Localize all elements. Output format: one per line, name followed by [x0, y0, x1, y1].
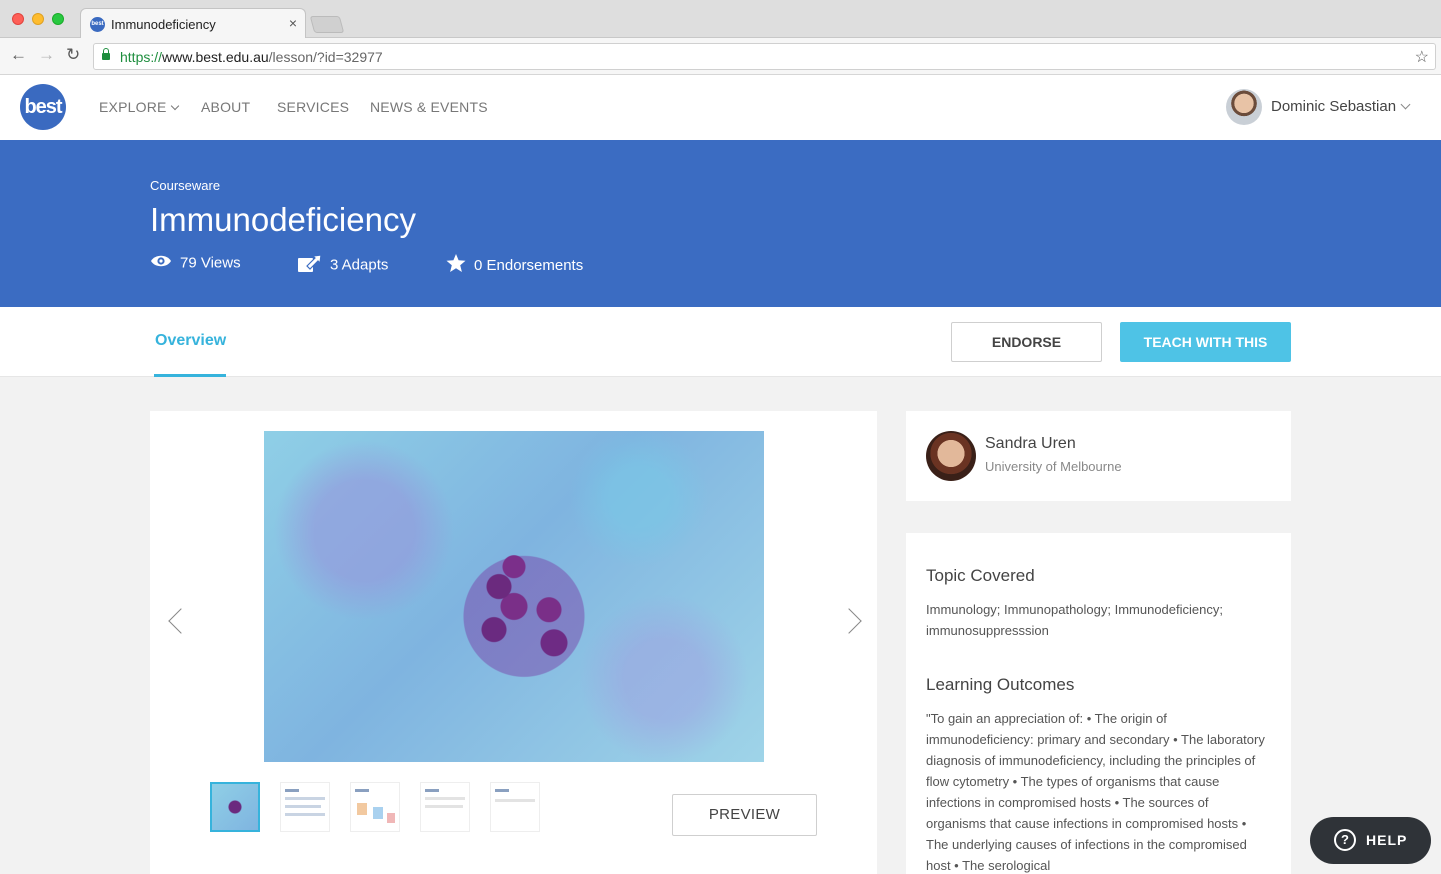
slide-thumbnail-2[interactable] — [280, 782, 330, 832]
lesson-banner: Courseware Immunodeficiency 79 Views 3 A… — [0, 140, 1441, 307]
author-name[interactable]: Sandra Uren — [985, 435, 1076, 453]
slide-preview-image[interactable] — [264, 431, 764, 762]
help-label: HELP — [1366, 832, 1408, 848]
close-window-button[interactable] — [12, 13, 24, 25]
user-name[interactable]: Dominic Sebastian — [1271, 98, 1396, 115]
lock-icon — [102, 48, 110, 60]
topic-covered-text: Immunology; Immunopathology; Immunodefic… — [926, 602, 1223, 638]
nav-about[interactable]: ABOUT — [201, 99, 250, 115]
slide-thumbnail-1[interactable] — [210, 782, 260, 832]
nav-explore[interactable]: EXPLORE — [99, 99, 179, 115]
question-mark-icon: ? — [1334, 829, 1356, 851]
teach-with-this-button[interactable]: TEACH WITH THIS — [1120, 322, 1291, 362]
slide-thumbnail-3[interactable] — [350, 782, 400, 832]
browser-tab[interactable]: best Immunodeficiency × — [80, 8, 306, 39]
new-tab-button[interactable] — [309, 16, 345, 33]
lesson-info-card: Topic Covered Immunology; Immunopatholog… — [906, 533, 1291, 874]
tab-overview[interactable]: Overview — [155, 332, 226, 350]
slide-thumbnail-5[interactable] — [490, 782, 540, 832]
slide-gallery-card: PREVIEW — [150, 411, 877, 874]
nav-news-events[interactable]: NEWS & EVENTS — [370, 99, 488, 115]
views-stat: 79 Views — [150, 254, 241, 272]
adapt-share-icon — [298, 254, 322, 276]
endorse-button[interactable]: ENDORSE — [951, 322, 1102, 362]
adapts-count: 3 Adapts — [330, 256, 389, 274]
tab-close-icon[interactable]: × — [289, 15, 297, 31]
breadcrumb[interactable]: Courseware — [150, 178, 220, 193]
chevron-down-icon — [170, 101, 179, 111]
browser-toolbar: ← → ↻ https://www.best.edu.au/lesson/?id… — [0, 38, 1441, 75]
author-organization: University of Melbourne — [985, 459, 1122, 474]
reload-icon[interactable]: ↻ — [66, 45, 80, 65]
learning-outcomes-heading: Learning Outcomes — [926, 675, 1075, 694]
active-tab-indicator — [154, 374, 226, 377]
minimize-window-button[interactable] — [32, 13, 44, 25]
page-title: Immunodeficiency — [150, 201, 416, 238]
endorsements-stat: 0 Endorsements — [446, 254, 583, 277]
views-count: 79 Views — [180, 254, 241, 272]
nav-services[interactable]: SERVICES — [277, 99, 349, 115]
lesson-tabbar: Overview ENDORSE TEACH WITH THIS — [0, 307, 1441, 377]
forward-arrow-icon[interactable]: → — [38, 45, 55, 65]
slide-thumbnail-4[interactable] — [420, 782, 470, 832]
endorsements-count: 0 Endorsements — [474, 257, 584, 274]
next-slide-arrow-icon[interactable] — [836, 608, 862, 634]
learning-outcomes-text: "To gain an appreciation of: • The origi… — [926, 711, 1265, 873]
user-menu-chevron-icon[interactable] — [1400, 99, 1411, 110]
address-bar[interactable]: https://www.best.edu.au/lesson/?id=32977… — [93, 43, 1436, 70]
preview-button[interactable]: PREVIEW — [672, 794, 817, 836]
tab-title: Immunodeficiency — [111, 17, 216, 32]
bookmark-star-icon[interactable]: ☆ — [1415, 47, 1429, 67]
maximize-window-button[interactable] — [52, 13, 64, 25]
url-text[interactable]: https://www.best.edu.au/lesson/?id=32977 — [120, 49, 383, 65]
favicon-icon: best — [90, 17, 105, 32]
help-button[interactable]: ? HELP — [1310, 817, 1431, 864]
user-avatar[interactable] — [1226, 89, 1262, 125]
site-header: best EXPLORE ABOUT SERVICES NEWS & EVENT… — [0, 75, 1441, 140]
author-avatar[interactable] — [926, 431, 976, 481]
eye-icon — [150, 254, 172, 272]
topic-covered-heading: Topic Covered — [926, 566, 1035, 585]
browser-tab-strip: best Immunodeficiency × — [0, 0, 1441, 39]
back-arrow-icon[interactable]: ← — [10, 45, 27, 65]
previous-slide-arrow-icon[interactable] — [168, 608, 194, 634]
best-logo[interactable]: best — [20, 84, 66, 130]
star-icon — [446, 254, 466, 277]
adapts-stat: 3 Adapts — [298, 254, 388, 276]
author-card: Sandra Uren University of Melbourne — [906, 411, 1291, 501]
